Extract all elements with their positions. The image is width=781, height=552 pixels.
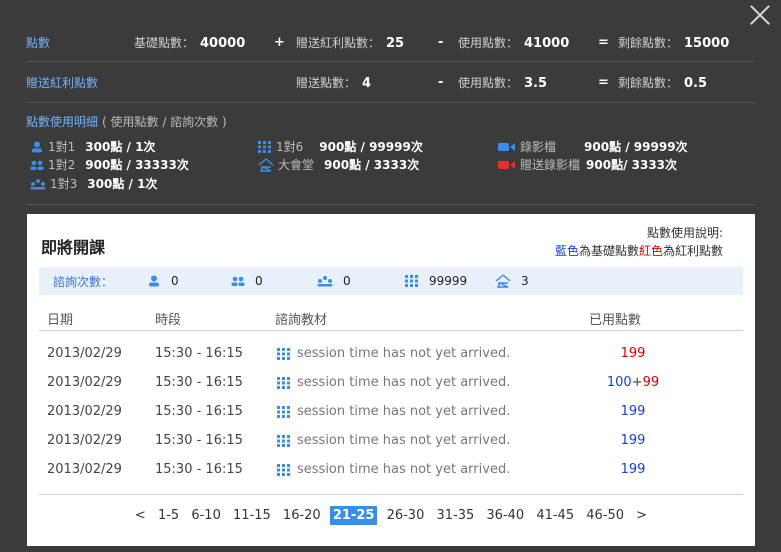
usage-item: 1對2 900點 / 33333次 — [30, 156, 189, 173]
divider — [26, 61, 755, 62]
usage-item: 1對6 900點 / 99999次 — [258, 138, 423, 155]
two-people-icon — [30, 160, 44, 170]
person-icon — [149, 275, 159, 287]
used-points: 使用點數： 41000 — [458, 35, 570, 51]
grid-icon — [405, 275, 418, 287]
row-points: 199 — [620, 433, 646, 448]
count-hall: 3 — [495, 274, 529, 288]
usage-item: 1對1 300點 / 1次 — [30, 138, 155, 155]
count-1on1: 0 — [147, 274, 179, 288]
grid-icon — [258, 140, 271, 153]
hall-icon — [258, 157, 274, 172]
grid-icon — [277, 405, 290, 418]
two-people-icon — [231, 276, 245, 286]
row-date: 2013/02/29 — [47, 462, 122, 477]
bonus-used-points: 使用點數： 3.5 — [458, 75, 548, 91]
person-icon — [32, 141, 42, 152]
row-date: 2013/02/29 — [47, 375, 122, 390]
header-time: 時段 — [155, 313, 182, 328]
bonus-summary-row: 贈送紅利點數 贈送點數： 4 - 使用點數： 3.5 = 剩餘點數： 0.5 — [26, 72, 755, 92]
points-legend-note: 點數使用說明: 藍色為基礎點數紅色為紅利點數 — [554, 226, 723, 258]
pager-page[interactable]: 36-40 — [483, 506, 527, 525]
points-summary-row: 點數 基礎點數： 40000 + 贈送紅利點數： 25 - 使用點數： 41000 =… — [26, 32, 755, 52]
row-material[interactable]: session time has not yet arrived. — [277, 433, 510, 448]
row-time: 15:30 - 16:15 — [155, 346, 243, 361]
usage-item: 大會堂 900點 / 3333次 — [258, 156, 419, 173]
header-date: 日期 — [47, 313, 74, 328]
row-points: 199 — [620, 346, 646, 361]
row-date: 2013/02/29 — [47, 433, 122, 448]
pager-page-active[interactable]: 21-25 — [329, 506, 378, 525]
pager-page[interactable]: 31-35 — [433, 506, 477, 525]
row-time: 15:30 - 16:15 — [155, 404, 243, 419]
count-1on3: 0 — [317, 274, 351, 288]
divider — [26, 102, 755, 103]
count-1on2: 0 — [231, 274, 263, 288]
row-time: 15:30 - 16:15 — [155, 433, 243, 448]
gift-points: 贈送點數： 4 — [296, 75, 372, 91]
row-date: 2013/02/29 — [47, 404, 122, 419]
counts-label: 諮詢次數： — [53, 274, 114, 289]
row-points: 199 — [620, 462, 646, 477]
grid-icon — [277, 347, 290, 360]
minus-sign: - — [438, 34, 444, 50]
minus-sign: - — [438, 74, 444, 90]
pager-page[interactable]: 41-45 — [533, 506, 577, 525]
plus-sign: + — [274, 34, 285, 50]
divider — [26, 204, 755, 205]
close-icon[interactable] — [747, 2, 773, 28]
gift-video-icon — [498, 160, 515, 169]
row-material[interactable]: session time has not yet arrived. — [277, 404, 510, 419]
grid-icon — [277, 434, 290, 447]
table-row: 2013/02/29 15:30 - 16:15 session time ha… — [27, 427, 755, 455]
panel-title: 即將開課 — [41, 238, 106, 257]
row-date: 2013/02/29 — [47, 346, 122, 361]
header-material: 諮詢教材 — [275, 313, 328, 328]
row-points: 100+99 — [606, 375, 660, 390]
header-divider — [39, 330, 743, 331]
pager-prev[interactable]: < — [132, 506, 149, 525]
usage-title: 點數使用明細( 使用點數 / 諮詢次數 ) — [26, 115, 227, 129]
row-material[interactable]: session time has not yet arrived. — [277, 462, 510, 477]
bonus-points: 贈送紅利點數： 25 — [296, 35, 405, 51]
pager-page[interactable]: 16-20 — [280, 506, 324, 525]
header-points: 已用點數 — [589, 313, 642, 328]
hall-icon — [495, 274, 511, 288]
row-time: 15:30 - 16:15 — [155, 375, 243, 390]
base-points: 基礎點數： 40000 — [134, 35, 246, 51]
three-people-icon — [317, 276, 333, 287]
points-label: 點數 — [26, 35, 51, 50]
three-people-icon — [30, 178, 46, 189]
row-material[interactable]: session time has not yet arrived. — [277, 375, 510, 390]
table-row: 2013/02/29 15:30 - 16:15 session time ha… — [27, 340, 755, 368]
pager-page[interactable]: 46-50 — [583, 506, 627, 525]
bonus-label: 贈送紅利點數 — [26, 75, 99, 90]
table-row: 2013/02/29 15:30 - 16:15 session time ha… — [27, 456, 755, 484]
pagination: < 1-5 6-10 11-15 16-20 21-25 26-30 31-35… — [27, 506, 755, 528]
pager-page[interactable]: 6-10 — [188, 506, 224, 525]
row-points: 199 — [620, 404, 646, 419]
equals-sign: = — [598, 74, 609, 90]
bonus-remaining-points: 剩餘點數： 0.5 — [618, 75, 708, 91]
table-row: 2013/02/29 15:30 - 16:15 session time ha… — [27, 369, 755, 397]
usage-item: 錄影檔 900點 / 99999次 — [498, 138, 688, 155]
row-time: 15:30 - 16:15 — [155, 462, 243, 477]
grid-icon — [277, 376, 290, 389]
upcoming-classes-panel: 即將開課 點數使用說明: 藍色為基礎點數紅色為紅利點數 諮詢次數： 0 0 0 … — [27, 214, 755, 546]
pager-page[interactable]: 1-5 — [155, 506, 182, 525]
row-material[interactable]: session time has not yet arrived. — [277, 346, 510, 361]
pager-page[interactable]: 11-15 — [230, 506, 274, 525]
remaining-points: 剩餘點數： 15000 — [618, 35, 730, 51]
usage-item: 1對3 300點 / 1次 — [30, 175, 157, 192]
table-row: 2013/02/29 15:30 - 16:15 session time ha… — [27, 398, 755, 426]
consult-counts-bar: 諮詢次數： 0 0 0 99999 3 — [39, 267, 743, 295]
pager-next[interactable]: > — [633, 506, 650, 525]
table-bottom-divider — [39, 494, 743, 495]
count-1on6: 99999 — [405, 274, 467, 288]
usage-item: 贈送錄影檔 900點/ 3333次 — [498, 156, 677, 173]
equals-sign: = — [598, 34, 609, 50]
grid-icon — [277, 463, 290, 476]
pager-page[interactable]: 26-30 — [384, 506, 428, 525]
video-icon — [498, 142, 515, 151]
